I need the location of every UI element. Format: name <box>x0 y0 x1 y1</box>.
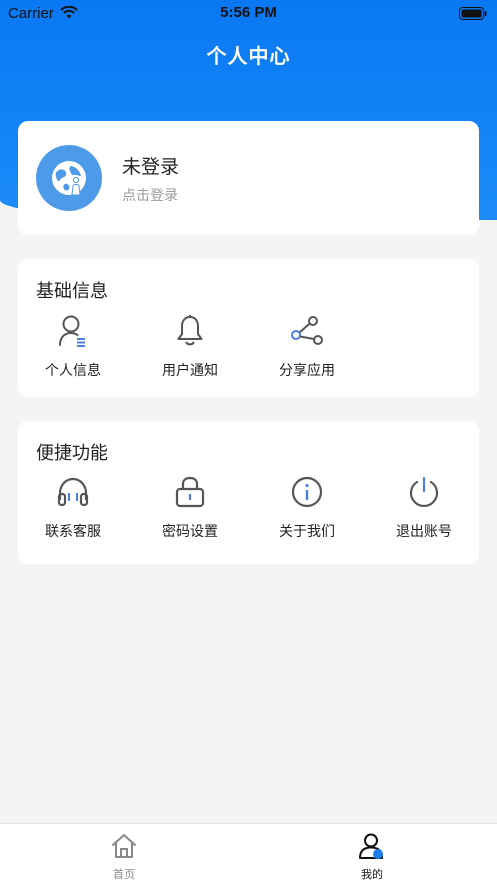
user-icon <box>359 833 383 859</box>
login-card[interactable]: 未登录 点击登录 <box>18 121 479 235</box>
login-link[interactable]: 点击登录 <box>122 185 178 205</box>
contact-support-label: 联系客服 <box>45 524 101 540</box>
battery-icon <box>459 7 487 25</box>
status-bar: Carrier 5:56 PM <box>0 0 497 26</box>
lock-icon <box>175 476 205 508</box>
section-title: 基础信息 <box>36 281 108 302</box>
tab-mine-label: 我的 <box>361 868 383 881</box>
password-settings-button[interactable]: 密码设置 <box>135 472 245 541</box>
headphones-icon <box>57 477 89 507</box>
share-app-button[interactable]: 分享应用 <box>252 311 362 380</box>
tab-home-label: 首页 <box>113 868 135 881</box>
section-title: 便捷功能 <box>36 443 108 464</box>
notifications-button[interactable]: 用户通知 <box>135 311 245 380</box>
bell-icon <box>177 315 203 346</box>
logout-button[interactable]: 退出账号 <box>369 472 479 541</box>
share-app-label: 分享应用 <box>279 363 335 379</box>
basic-info-section: 基础信息 个人信息 用户通知 分享应用 <box>18 259 479 397</box>
info-icon <box>291 476 323 508</box>
notifications-label: 用户通知 <box>162 363 218 379</box>
login-status: 未登录 <box>122 156 180 178</box>
about-us-label: 关于我们 <box>279 524 335 540</box>
power-icon <box>409 476 439 507</box>
password-settings-label: 密码设置 <box>162 524 218 540</box>
logout-label: 退出账号 <box>396 524 452 540</box>
avatar[interactable] <box>36 145 102 211</box>
status-time: 5:56 PM <box>220 4 277 21</box>
personal-info-label: 个人信息 <box>45 363 101 379</box>
tab-home[interactable]: 首页 <box>84 832 164 882</box>
globe-person-icon <box>52 161 86 196</box>
about-us-button[interactable]: 关于我们 <box>252 472 362 541</box>
tab-bar: 首页 我的 <box>0 823 497 884</box>
personal-info-button[interactable]: 个人信息 <box>18 311 128 380</box>
share-icon <box>291 316 323 345</box>
contact-support-button[interactable]: 联系客服 <box>18 472 128 541</box>
shortcuts-section: 便捷功能 联系客服 密码设置 关于我们 退出账号 <box>18 421 479 564</box>
page-title: 个人中心 <box>206 44 291 68</box>
user-info-icon <box>59 315 85 347</box>
tab-mine[interactable]: 我的 <box>332 832 412 882</box>
home-icon <box>112 834 136 858</box>
